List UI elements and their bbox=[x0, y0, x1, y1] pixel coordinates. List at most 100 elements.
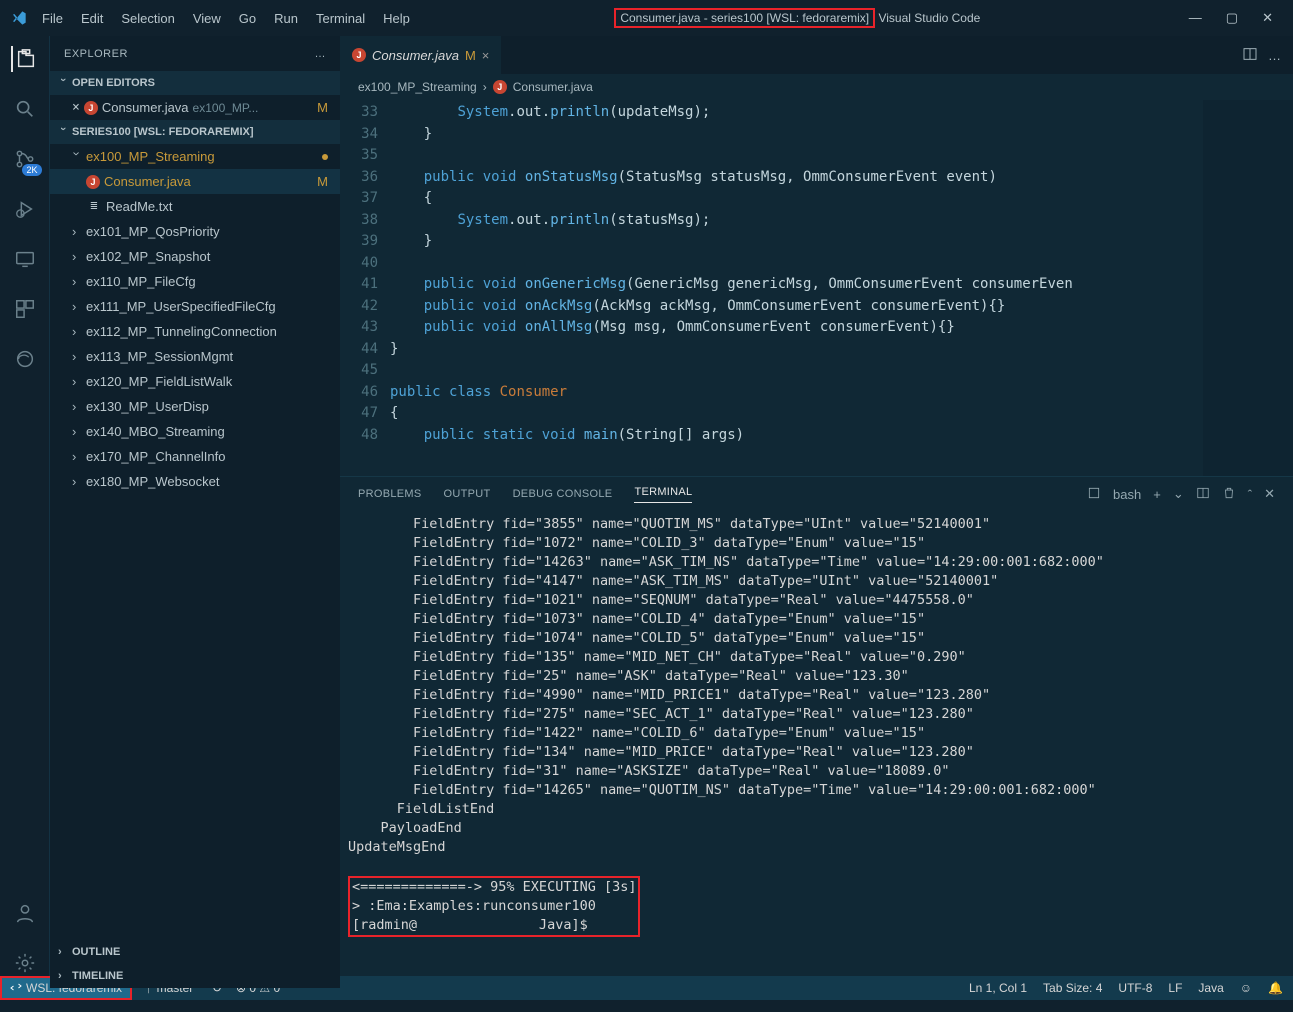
edge-icon[interactable] bbox=[12, 346, 38, 372]
close-editor-icon[interactable]: × bbox=[72, 100, 80, 115]
split-editor-icon[interactable] bbox=[1242, 46, 1258, 65]
java-file-icon: J bbox=[493, 80, 507, 94]
breadcrumb-file[interactable]: Consumer.java bbox=[513, 80, 593, 94]
folder-open-name: ex100_MP_Streaming bbox=[86, 149, 215, 164]
maximize-button[interactable]: ▢ bbox=[1226, 10, 1238, 26]
folder-ex111_MP_UserSpecifiedFileCfg[interactable]: ex111_MP_UserSpecifiedFileCfg bbox=[50, 294, 340, 319]
terminal-shell-label[interactable]: bash bbox=[1113, 487, 1141, 502]
explorer-more-icon[interactable]: … bbox=[315, 48, 327, 60]
file-name: Consumer.java bbox=[104, 174, 191, 189]
java-file-icon: J bbox=[352, 48, 366, 62]
extensions-icon[interactable] bbox=[12, 296, 38, 322]
folder-name: ex110_MP_FileCfg bbox=[86, 274, 196, 289]
open-editor-path: ex100_MP... bbox=[193, 101, 259, 115]
cursor-position[interactable]: Ln 1, Col 1 bbox=[969, 981, 1027, 995]
folder-ex102_MP_Snapshot[interactable]: ex102_MP_Snapshot bbox=[50, 244, 340, 269]
folder-ex170_MP_ChannelInfo[interactable]: ex170_MP_ChannelInfo bbox=[50, 444, 340, 469]
terminal-output[interactable]: FieldEntry fid="3855" name="QUOTIM_MS" d… bbox=[340, 511, 1293, 976]
folder-name: ex140_MBO_Streaming bbox=[86, 424, 225, 439]
remote-icon[interactable] bbox=[12, 246, 38, 272]
eol[interactable]: LF bbox=[1168, 981, 1182, 995]
panel-tab-output[interactable]: OUTPUT bbox=[444, 488, 491, 500]
folder-ex180_MP_Websocket[interactable]: ex180_MP_Websocket bbox=[50, 469, 340, 494]
folder-ex113_MP_SessionMgmt[interactable]: ex113_MP_SessionMgmt bbox=[50, 344, 340, 369]
minimap[interactable] bbox=[1203, 100, 1293, 476]
file-consumer-java[interactable]: JConsumer.javaM bbox=[50, 169, 340, 194]
folder-ex112_MP_TunnelingConnection[interactable]: ex112_MP_TunnelingConnection bbox=[50, 319, 340, 344]
notifications-icon[interactable]: 🔔 bbox=[1268, 981, 1283, 995]
minimize-button[interactable]: — bbox=[1189, 10, 1202, 26]
folder-name: ex120_MP_FieldListWalk bbox=[86, 374, 232, 389]
close-panel-icon[interactable]: ✕ bbox=[1264, 486, 1275, 502]
menu-edit[interactable]: Edit bbox=[73, 7, 111, 30]
code-text[interactable]: System.out.println(updateMsg); } public … bbox=[390, 100, 1203, 476]
menu-help[interactable]: Help bbox=[375, 7, 418, 30]
java-file-icon: J bbox=[84, 101, 98, 115]
breadcrumb-folder[interactable]: ex100_MP_Streaming bbox=[358, 80, 477, 94]
title-highlight: Consumer.java - series100 [WSL: fedorare… bbox=[614, 8, 875, 28]
vscode-logo-icon bbox=[10, 9, 28, 27]
source-control-icon[interactable]: 2K bbox=[12, 146, 38, 172]
breadcrumb[interactable]: ex100_MP_Streaming › J Consumer.java bbox=[340, 74, 1293, 100]
folder-name: ex111_MP_UserSpecifiedFileCfg bbox=[86, 299, 276, 314]
tab-close-icon[interactable]: × bbox=[482, 48, 490, 63]
code-editor[interactable]: 33 34 35 36 37 38 39 40 41 42 43 44 45 4… bbox=[340, 100, 1293, 476]
kill-terminal-icon[interactable] bbox=[1222, 486, 1236, 503]
tab-label: Consumer.java bbox=[372, 48, 459, 63]
language-mode[interactable]: Java bbox=[1198, 981, 1223, 995]
menu-run[interactable]: Run bbox=[266, 7, 306, 30]
menu-go[interactable]: Go bbox=[231, 7, 264, 30]
workspace-section[interactable]: SERIES100 [WSL: FEDORAREMIX] bbox=[50, 120, 340, 144]
account-icon[interactable] bbox=[12, 900, 38, 926]
sidebar: EXPLORER … OPEN EDITORS × J Consumer.jav… bbox=[50, 36, 340, 976]
open-editor-item[interactable]: × J Consumer.java ex100_MP... M bbox=[50, 95, 340, 120]
file-readme[interactable]: ≣ReadMe.txt bbox=[50, 194, 340, 219]
split-terminal-icon[interactable] bbox=[1196, 486, 1210, 503]
folder-name: ex112_MP_TunnelingConnection bbox=[86, 324, 277, 339]
folder-name: ex101_MP_QosPriority bbox=[86, 224, 220, 239]
titlebar: FileEditSelectionViewGoRunTerminalHelp C… bbox=[0, 0, 1293, 36]
scm-badge: 2K bbox=[22, 164, 41, 176]
folder-ex120_MP_FieldListWalk[interactable]: ex120_MP_FieldListWalk bbox=[50, 369, 340, 394]
terminal-profile-icon[interactable] bbox=[1087, 486, 1101, 503]
editor-tabs: J Consumer.java M × … bbox=[340, 36, 1293, 74]
open-editors-section[interactable]: OPEN EDITORS bbox=[50, 71, 340, 95]
new-terminal-icon[interactable]: + bbox=[1153, 487, 1161, 502]
encoding[interactable]: UTF-8 bbox=[1118, 981, 1152, 995]
menu-selection[interactable]: Selection bbox=[113, 7, 182, 30]
explorer-icon[interactable] bbox=[11, 46, 37, 72]
panel-tabs: PROBLEMS OUTPUT DEBUG CONSOLE TERMINAL bash… bbox=[340, 477, 1293, 511]
tab-consumer-java[interactable]: J Consumer.java M × bbox=[340, 36, 501, 74]
tab-modified: M bbox=[465, 48, 476, 63]
folder-ex130_MP_UserDisp[interactable]: ex130_MP_UserDisp bbox=[50, 394, 340, 419]
panel-tab-terminal[interactable]: TERMINAL bbox=[634, 486, 692, 503]
folder-ex101_MP_QosPriority[interactable]: ex101_MP_QosPriority bbox=[50, 219, 340, 244]
folder-ex140_MBO_Streaming[interactable]: ex140_MBO_Streaming bbox=[50, 419, 340, 444]
terminal-highlight: <=============-> 95% EXECUTING [3s] > :E… bbox=[348, 876, 640, 937]
window-controls: — ▢ ✕ bbox=[1177, 10, 1285, 26]
folder-ex110_MP_FileCfg[interactable]: ex110_MP_FileCfg bbox=[50, 269, 340, 294]
close-button[interactable]: ✕ bbox=[1262, 10, 1273, 26]
terminal-chevron-icon[interactable]: ⌄ bbox=[1173, 486, 1184, 502]
feedback-icon[interactable]: ☺ bbox=[1240, 981, 1252, 995]
explorer-label: EXPLORER bbox=[64, 48, 128, 60]
folder-name: ex130_MP_UserDisp bbox=[86, 399, 209, 414]
open-editor-filename: Consumer.java bbox=[102, 100, 189, 115]
debug-icon[interactable] bbox=[12, 196, 38, 222]
panel-tab-debug-console[interactable]: DEBUG CONSOLE bbox=[513, 488, 613, 500]
folder-name: ex102_MP_Snapshot bbox=[86, 249, 210, 264]
menu-terminal[interactable]: Terminal bbox=[308, 7, 373, 30]
modified-indicator: M bbox=[317, 100, 328, 115]
menu-view[interactable]: View bbox=[185, 7, 229, 30]
panel-tab-problems[interactable]: PROBLEMS bbox=[358, 488, 422, 500]
folder-ex100[interactable]: ex100_MP_Streaming bbox=[50, 144, 340, 169]
settings-icon[interactable] bbox=[12, 950, 38, 976]
outline-section[interactable]: OUTLINE bbox=[50, 940, 340, 964]
menu-file[interactable]: File bbox=[34, 7, 71, 30]
workspace-label: SERIES100 [WSL: FEDORAREMIX] bbox=[72, 126, 254, 138]
search-icon[interactable] bbox=[12, 96, 38, 122]
more-icon[interactable]: … bbox=[1268, 48, 1281, 63]
timeline-section[interactable]: TIMELINE bbox=[50, 964, 340, 976]
indentation[interactable]: Tab Size: 4 bbox=[1043, 981, 1102, 995]
maximize-panel-icon[interactable]: ˆ bbox=[1248, 487, 1252, 502]
